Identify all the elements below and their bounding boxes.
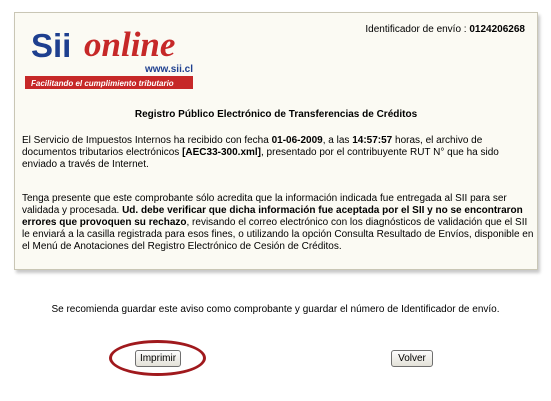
back-button[interactable]: Volver bbox=[391, 350, 433, 367]
svg-text:www.sii.cl: www.sii.cl bbox=[144, 64, 193, 75]
save-advice-text: Se recomienda guardar este aviso como co… bbox=[51, 304, 500, 315]
envio-identifier: Identificador de envío : 0124206268 bbox=[365, 24, 525, 35]
sii-online-logo: Sii online www.sii.cl Facilitando el cum… bbox=[25, 25, 193, 89]
received-time: 14:57:57 bbox=[352, 135, 393, 146]
svg-text:Sii: Sii bbox=[31, 27, 71, 64]
svg-text:Facilitando el cumplimiento tr: Facilitando el cumplimiento tributario bbox=[31, 79, 174, 88]
receipt-title: Registro Público Electrónico de Transfer… bbox=[134, 109, 418, 120]
received-file: [AEC33-300.xml] bbox=[182, 147, 261, 158]
receipt-paragraph-notice: Tenga presente que este comprobante sólo… bbox=[22, 193, 534, 252]
receipt-paragraph-received: El Servicio de Impuestos Internos ha rec… bbox=[22, 135, 499, 170]
print-button[interactable]: Imprimir bbox=[135, 350, 181, 367]
received-date: 01-06-2009 bbox=[271, 135, 323, 146]
receipt-panel: Sii online www.sii.cl Facilitando el cum… bbox=[14, 12, 538, 270]
envio-value: 0124206268 bbox=[469, 24, 525, 35]
envio-label: Identificador de envío : bbox=[365, 24, 467, 35]
svg-text:online: online bbox=[84, 25, 175, 64]
